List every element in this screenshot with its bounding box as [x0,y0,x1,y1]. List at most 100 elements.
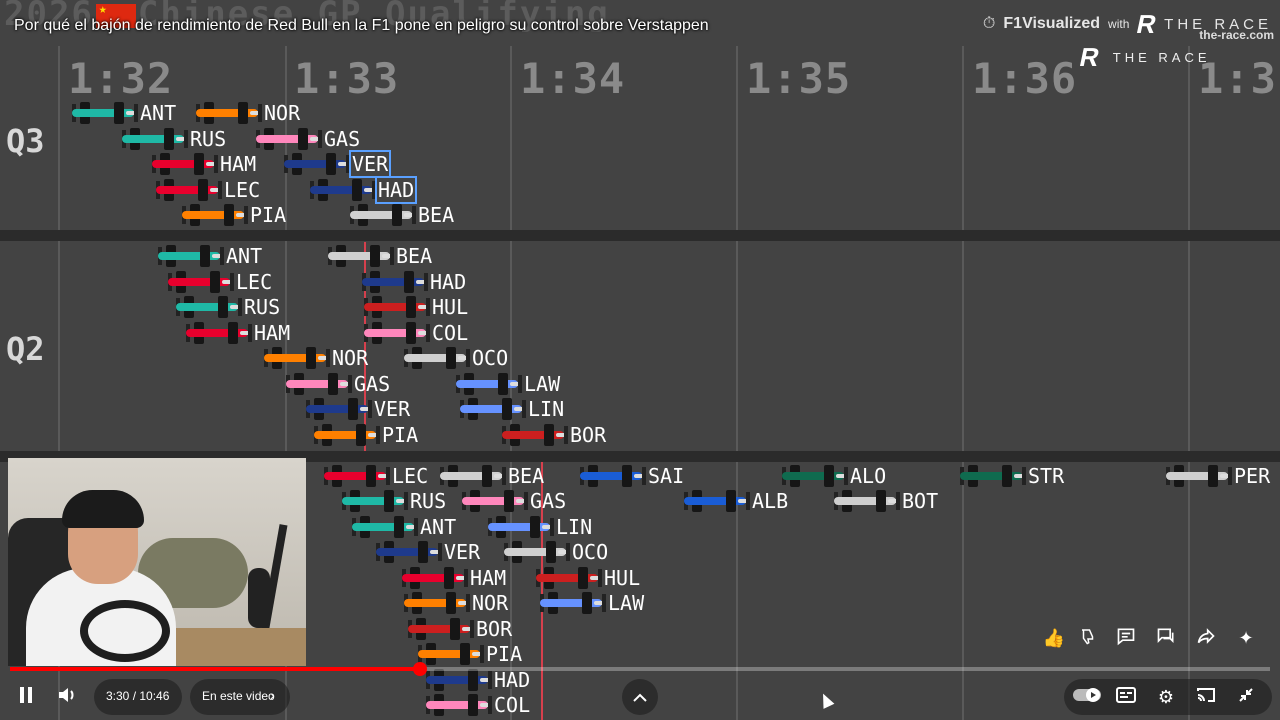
car-marker-ham [186,322,252,344]
tick-label: 1:36 [972,54,1078,103]
driver-label-col: COL [494,693,531,717]
volume-icon [58,686,78,709]
dislike-button[interactable] [1070,620,1106,656]
gridline-1-36 [962,46,964,720]
driver-label-pia: PIA [382,423,419,447]
like-button[interactable]: 👍 [1036,620,1072,656]
driver-label-gas: GAS [530,489,567,513]
driver-label-bot: BOT [902,489,939,513]
cast-button[interactable] [1192,683,1220,711]
sparkle-icon: ✦ [1238,627,1254,649]
fullscreen-button[interactable] [1232,683,1260,711]
car-marker-ham [152,153,218,175]
driver-label-alo: ALO [850,464,887,488]
volume-button[interactable] [50,679,86,715]
driver-label-hul: HUL [432,295,469,319]
car-marker-law [540,592,606,614]
driver-label-pia: PIA [486,642,523,666]
stopwatch-icon: ⏱ [982,15,996,32]
car-marker-had [362,271,428,293]
car-marker-had [426,669,492,691]
car-marker-nor [196,102,262,124]
settings-button[interactable]: ⚙ [1152,683,1180,711]
car-marker-bea [350,204,416,226]
driver-label-lec: LEC [236,270,273,294]
driver-label-ham: HAM [470,566,507,590]
car-marker-hul [536,567,602,589]
driver-label-per: PER [1234,464,1271,488]
pause-button[interactable] [8,679,44,715]
car-marker-gas [462,490,528,512]
driver-label-nor: NOR [332,346,369,370]
car-marker-rus [342,490,408,512]
car-marker-nor [264,347,330,369]
car-marker-alo [782,465,848,487]
brand-site: the-race.com [1199,28,1274,42]
car-marker-oco [504,541,570,563]
car-marker-pia [182,204,248,226]
chapters-button[interactable]: En este video › [190,679,290,715]
chat-button[interactable] [1148,620,1184,656]
car-marker-ham [402,567,468,589]
expand-button[interactable] [622,679,658,715]
thumbs-down-icon [1079,627,1097,650]
share-button[interactable] [1188,620,1224,656]
session-divider [0,230,1280,241]
comments-button[interactable] [1108,620,1144,656]
webcam-desk [158,628,306,666]
driver-label-nor: NOR [264,101,301,125]
driver-label-lin: LIN [556,515,593,539]
chevron-right-icon: › [270,687,275,703]
captions-icon [1116,686,1136,708]
mouse-cursor-icon [817,691,835,709]
driver-label-lec: LEC [224,178,261,202]
scrubber-handle[interactable] [412,662,427,676]
driver-label-law: LAW [608,591,645,615]
car-marker-col [364,322,430,344]
car-marker-sai [580,465,646,487]
car-marker-gas [256,128,322,150]
car-marker-ver [284,153,350,175]
tick-label: 1:33 [294,54,400,103]
car-marker-lin [488,516,554,538]
driver-label-bor: BOR [476,617,513,641]
progress-bar[interactable] [10,662,1270,676]
car-marker-law [456,373,522,395]
progress-played [10,667,420,671]
driver-label-had: HAD [374,176,418,204]
driver-label-str: STR [1028,464,1065,488]
webcam-overlay [8,458,306,666]
car-marker-bea [440,465,506,487]
driver-label-had: HAD [494,668,531,692]
ask-button[interactable]: ✦ [1228,620,1264,656]
driver-label-col: COL [432,321,469,345]
captions-button[interactable] [1112,683,1140,711]
autoplay-toggle[interactable] [1072,683,1102,711]
time-display: 3:30 / 10:46 [106,689,170,703]
the-race-watermark: R THE RACE [1076,42,1211,73]
chapters-label: En este video [202,689,275,703]
gridline-1-35 [736,46,738,720]
brand-with: with [1108,17,1130,31]
video-player[interactable]: 1:32 1:33 1:34 1:35 1:36 1:3 Q3 Q2 ANT NO… [0,0,1280,720]
session-label-q2: Q2 [6,330,45,368]
driver-label-bea: BEA [396,244,433,268]
time-display-pill: 3:30 / 10:46 [94,679,182,715]
autoplay-toggle-icon [1073,687,1101,708]
driver-label-ant: ANT [226,244,263,268]
video-title[interactable]: Por qué el bajón de rendimiento de Red B… [14,17,709,35]
settings-gear-icon: ⚙ [1157,686,1175,708]
chat-icon [1156,626,1176,651]
driver-label-law: LAW [524,372,561,396]
thumbs-up-icon: 👍 [1042,627,1066,649]
car-marker-lec [324,465,390,487]
session-label-q3: Q3 [6,122,45,160]
car-marker-had [310,179,376,201]
driver-label-rus: RUS [410,489,447,513]
car-marker-bea [328,245,394,267]
driver-label-ver: VER [348,150,392,178]
the-race-logo-icon: R [1076,42,1107,72]
car-marker-bor [502,424,568,446]
car-marker-ant [352,516,418,538]
driver-label-sai: SAI [648,464,685,488]
